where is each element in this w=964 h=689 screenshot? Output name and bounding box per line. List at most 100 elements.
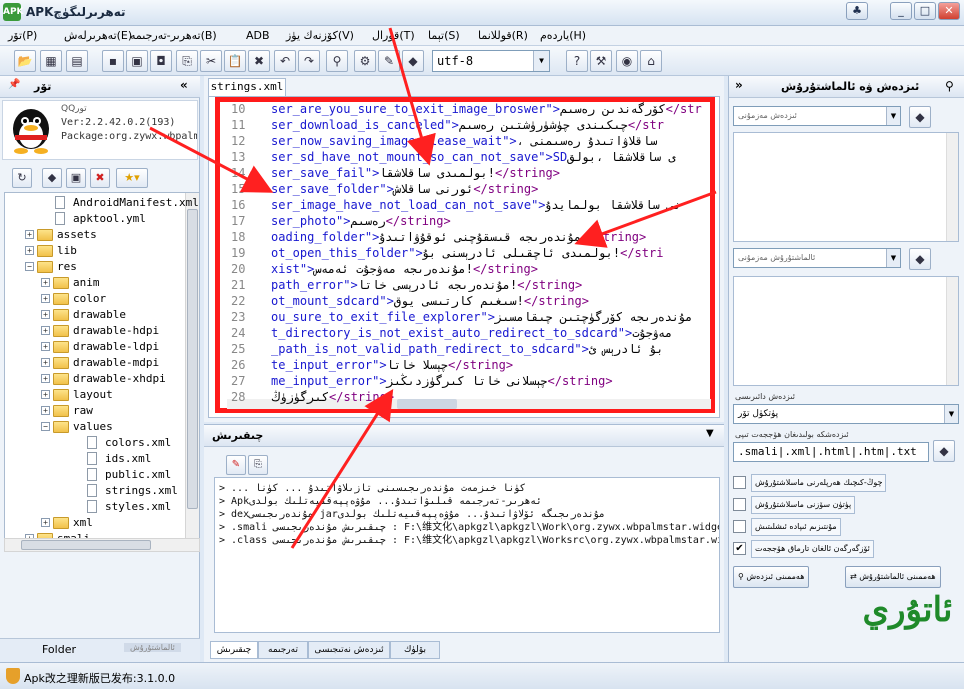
expand-icon[interactable]: + bbox=[41, 406, 50, 415]
search-box-scrollbar[interactable] bbox=[946, 133, 958, 241]
remove-icon[interactable]: ✖ bbox=[90, 168, 110, 188]
expand-icon[interactable]: + bbox=[41, 310, 50, 319]
tree-file[interactable]: colors.xml bbox=[5, 435, 185, 451]
menu-web[interactable]: تۆر(P) bbox=[8, 29, 37, 42]
menu-decompile[interactable]: تەھرىر-تەرجىمە(B) bbox=[130, 29, 217, 42]
expand-icon[interactable]: + bbox=[25, 230, 34, 239]
tree-file[interactable]: ids.xml bbox=[5, 451, 185, 467]
expand-icon[interactable]: + bbox=[41, 518, 50, 527]
sign-icon[interactable]: ✎ bbox=[378, 50, 400, 72]
delete-icon[interactable]: ✖ bbox=[248, 50, 270, 72]
clear-log-icon[interactable]: ✎ bbox=[226, 455, 246, 475]
tree-folder[interactable]: + anim bbox=[5, 275, 185, 291]
tree-file[interactable]: apktool.yml bbox=[5, 211, 185, 227]
collapse-icon[interactable]: − bbox=[41, 422, 50, 431]
range-select[interactable]: پۈتكۈل تۆر ▼ bbox=[733, 404, 959, 424]
cut-icon[interactable]: ✂ bbox=[200, 50, 222, 72]
collapse-icon[interactable]: « bbox=[180, 78, 188, 92]
file-type-input[interactable]: .smali|.xml|.html|.htm|.txt bbox=[733, 442, 929, 462]
tree-folder[interactable]: + drawable-hdpi bbox=[5, 323, 185, 339]
file-type-icon[interactable]: ◆ bbox=[933, 440, 955, 462]
collapse-icon[interactable]: − bbox=[25, 262, 34, 271]
image-icon[interactable]: ▣ bbox=[66, 168, 86, 188]
save-all-icon[interactable]: ▣ bbox=[126, 50, 148, 72]
expand-icon[interactable]: + bbox=[41, 358, 50, 367]
tree-folder[interactable]: + raw bbox=[5, 403, 185, 419]
word-checkbox[interactable] bbox=[733, 498, 746, 511]
tab-search-results[interactable]: ئىزدەش نەتىجىسى bbox=[308, 641, 390, 659]
tree-scrollbar[interactable] bbox=[185, 193, 199, 539]
apk-open-icon[interactable]: ▦ bbox=[40, 50, 62, 72]
replace-input[interactable]: ئالماشتۇرۇش مەزمۇنى ▼ bbox=[733, 248, 901, 268]
tree-hscroll-thumb[interactable] bbox=[21, 540, 151, 550]
tree-folder[interactable]: + lib bbox=[5, 243, 185, 259]
expand-icon[interactable]: + bbox=[41, 326, 50, 335]
replace-action-icon[interactable]: ◆ bbox=[909, 248, 931, 270]
copy-log-icon[interactable]: ⎘ bbox=[248, 455, 268, 475]
tree-folder[interactable]: − res bbox=[5, 259, 185, 275]
menu-help[interactable]: ياردەم(H) bbox=[540, 29, 586, 42]
close-button[interactable]: ✕ bbox=[938, 2, 960, 20]
tree-file[interactable]: strings.xml bbox=[5, 483, 185, 499]
expand-icon[interactable]: + bbox=[41, 374, 50, 383]
tree-file[interactable]: styles.xml bbox=[5, 499, 185, 515]
tree-hscrollbar[interactable] bbox=[4, 538, 200, 552]
search-text-box[interactable] bbox=[733, 132, 959, 242]
undo-icon[interactable]: ↶ bbox=[274, 50, 296, 72]
diamond-icon[interactable]: ◆ bbox=[42, 168, 62, 188]
tree-scroll-thumb[interactable] bbox=[187, 209, 198, 509]
code-editor[interactable]: 10 ser_are_you_sure_to_exit_image_broswer… bbox=[208, 96, 720, 418]
weibo-icon[interactable]: ◉ bbox=[616, 50, 638, 72]
install-icon[interactable]: ◆ bbox=[402, 50, 424, 72]
open-folder-icon[interactable]: 📂 bbox=[14, 50, 36, 72]
redo-icon[interactable]: ↷ bbox=[298, 50, 320, 72]
tree-file[interactable]: public.xml bbox=[5, 467, 185, 483]
menu-view[interactable]: كۆزنەك يۈز(V) bbox=[286, 29, 354, 42]
expand-icon[interactable]: + bbox=[41, 294, 50, 303]
menu-manual[interactable]: قوللانما(R) bbox=[478, 29, 528, 42]
menu-adb[interactable]: ADB bbox=[246, 29, 270, 42]
chevron-down-icon[interactable]: ▼ bbox=[944, 405, 958, 423]
tree-folder[interactable]: + drawable-xhdpi bbox=[5, 371, 185, 387]
tree-folder[interactable]: + layout bbox=[5, 387, 185, 403]
save-as-icon[interactable]: ◘ bbox=[150, 50, 172, 72]
menu-theme[interactable]: تېما(S) bbox=[428, 29, 460, 42]
regex-checkbox[interactable] bbox=[733, 520, 746, 533]
menu-tools[interactable]: قورال(T) bbox=[372, 29, 415, 42]
pin-icon[interactable]: 📌 bbox=[8, 79, 22, 93]
subdir-checkbox[interactable]: ✔ bbox=[733, 542, 746, 555]
maximize-button[interactable]: □ bbox=[914, 2, 936, 20]
refresh-icon[interactable]: ↻ bbox=[12, 168, 32, 188]
tree-folder[interactable]: + drawable-ldpi bbox=[5, 339, 185, 355]
replace-box-scrollbar[interactable] bbox=[946, 277, 958, 385]
tree-folder[interactable]: − values bbox=[5, 419, 185, 435]
chevron-down-icon[interactable]: ▼ bbox=[706, 428, 714, 439]
search-action-icon[interactable]: ◆ bbox=[909, 106, 931, 128]
expand-icon[interactable]: + bbox=[41, 390, 50, 399]
tree-folder[interactable]: + drawable-mdpi bbox=[5, 355, 185, 371]
tab-folder[interactable]: Folder bbox=[42, 643, 76, 656]
output-log[interactable]: > ... كۈنا خىزمەت مۇندەرىجىسىنى تازىلاۋا… bbox=[214, 477, 720, 633]
help-icon[interactable]: ? bbox=[566, 50, 588, 72]
tab-section[interactable]: بۆلۈك bbox=[390, 641, 440, 659]
tree-folder[interactable]: + assets bbox=[5, 227, 185, 243]
tree-folder[interactable]: + color bbox=[5, 291, 185, 307]
replace-all-button[interactable]: ⇄ ھەممىنى ئالماشتۇرۇش bbox=[845, 566, 941, 588]
tab-output[interactable]: چىقىرىش bbox=[210, 641, 258, 659]
expand-icon[interactable]: » bbox=[735, 78, 743, 92]
tree-file[interactable]: AndroidManifest.xml bbox=[5, 195, 199, 211]
search-input[interactable]: ئىزدەش مەزمۇنى ▼ bbox=[733, 106, 901, 126]
minimize-button[interactable]: _ bbox=[890, 2, 912, 20]
tab-translate[interactable]: تەرجىمە bbox=[258, 641, 308, 659]
replace-text-box[interactable] bbox=[733, 276, 959, 386]
case-checkbox[interactable] bbox=[733, 476, 746, 489]
chevron-down-icon[interactable]: ▼ bbox=[886, 249, 900, 267]
chevron-down-icon[interactable]: ▼ bbox=[886, 107, 900, 125]
encoding-select[interactable]: utf-8 ▼ bbox=[432, 50, 550, 72]
paste-icon[interactable]: 📋 bbox=[224, 50, 246, 72]
save-icon[interactable]: ▪ bbox=[102, 50, 124, 72]
home-icon[interactable]: ⌂ bbox=[640, 50, 662, 72]
favorite-icon[interactable]: ★▾ bbox=[116, 168, 148, 188]
expand-icon[interactable]: + bbox=[41, 342, 50, 351]
grid-icon[interactable]: ▤ bbox=[66, 50, 88, 72]
